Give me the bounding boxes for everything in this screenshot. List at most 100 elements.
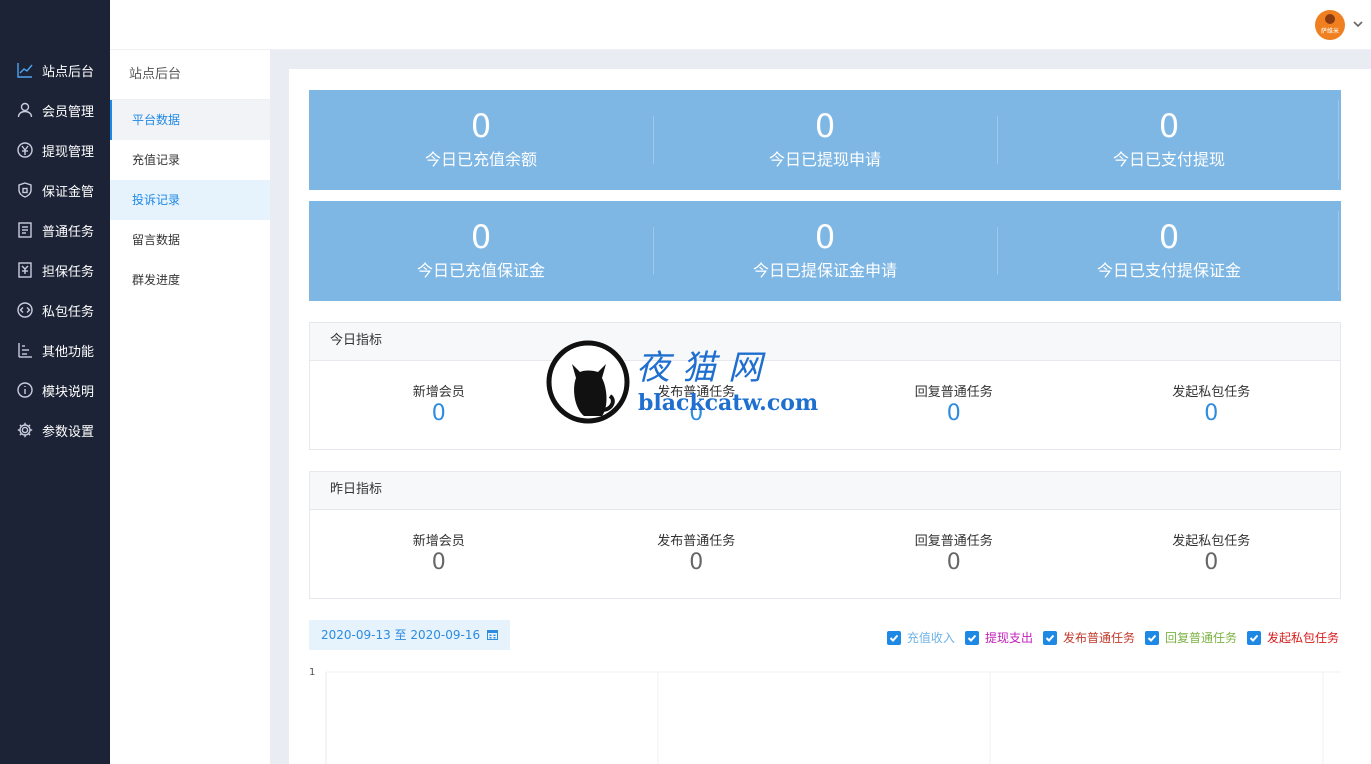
stat-label: 今日已充值余额 bbox=[424, 150, 537, 169]
metric-item: 发起私包任务 0 bbox=[1083, 361, 1341, 449]
subnav-item-message-data[interactable]: 留言数据 bbox=[110, 220, 270, 260]
stat-value: 0 bbox=[1158, 107, 1180, 145]
sidebar-item-label: 站点后台 bbox=[42, 64, 95, 80]
legend-toggle-publish-normal-task[interactable]: 发布普通任务 bbox=[1042, 629, 1135, 646]
sidebar-item-label: 保证金管 bbox=[42, 184, 95, 200]
stats-row-today-deposit: 0 今日已充值保证金 0 今日已提保证金申请 0 今日已支付提保证金 bbox=[309, 201, 1341, 301]
sidebar-item-private-tasks[interactable]: 私包任务 bbox=[0, 290, 110, 330]
stat-card: 0 今日已提现申请 bbox=[653, 90, 997, 190]
metric-item: 回复普通任务 0 bbox=[825, 510, 1083, 598]
stat-label: 今日已提现申请 bbox=[768, 150, 881, 169]
avatar[interactable]: 萨维米 bbox=[1315, 10, 1345, 40]
receipt-icon bbox=[16, 221, 34, 239]
checkbox-checked-icon[interactable] bbox=[1246, 630, 1261, 645]
user-icon bbox=[16, 101, 34, 119]
checkbox-checked-icon[interactable] bbox=[1144, 630, 1159, 645]
legend-toggle-private-task[interactable]: 发起私包任务 bbox=[1246, 629, 1339, 646]
avatar-text: 萨维米 bbox=[1320, 28, 1339, 35]
subnav-item-broadcast-progress[interactable]: 群发进度 bbox=[110, 260, 270, 300]
watermark-title: 夜猫网 bbox=[636, 348, 774, 388]
stat-card: 0 今日已支付提保证金 bbox=[997, 201, 1341, 301]
trend-chart-canvas: 1 bbox=[309, 667, 1341, 764]
stat-value: 0 bbox=[470, 107, 492, 145]
metric-label: 新增会员 bbox=[412, 385, 465, 400]
stat-value: 0 bbox=[1158, 218, 1180, 256]
stats-row-today-finance: 0 今日已充值余额 0 今日已提现申请 0 今日已支付提现 bbox=[309, 90, 1341, 190]
metric-label: 回复普通任务 bbox=[914, 385, 993, 400]
stat-label: 今日已提保证金申请 bbox=[752, 261, 897, 280]
stat-value: 0 bbox=[814, 218, 836, 256]
yen-icon bbox=[16, 141, 34, 159]
stat-label: 今日已支付提保证金 bbox=[1096, 261, 1241, 280]
shield-icon bbox=[16, 181, 34, 199]
sidebar-item-label: 担保任务 bbox=[42, 264, 95, 280]
metric-value: 0 bbox=[689, 550, 704, 575]
voucher-icon bbox=[16, 261, 34, 279]
panel-title: 昨日指标 bbox=[310, 472, 1340, 510]
main-sidebar: 站点后台 会员管理 提现管理 保证金管 普通任务 担保任务 私包任务 其他功能 … bbox=[0, 0, 110, 764]
stat-value: 0 bbox=[470, 218, 492, 256]
metric-item: 发起私包任务 0 bbox=[1083, 510, 1341, 598]
top-header: 萨维米 bbox=[110, 0, 1371, 50]
checkbox-checked-icon[interactable] bbox=[886, 630, 901, 645]
line-chart-icon bbox=[16, 61, 34, 79]
chart-legend: 充值收入 提现支出 发布普通任务 回复普通任务 发起私包任务 bbox=[886, 629, 1339, 646]
sidebar-item-site-admin[interactable]: 站点后台 bbox=[0, 50, 110, 90]
sidebar-item-label: 参数设置 bbox=[42, 424, 95, 440]
metric-value: 0 bbox=[431, 401, 446, 426]
legend-toggle-recharge-income[interactable]: 充值收入 bbox=[886, 629, 955, 646]
sidebar-item-module-docs[interactable]: 模块说明 bbox=[0, 370, 110, 410]
sidebar-item-deposits[interactable]: 保证金管 bbox=[0, 170, 110, 210]
metric-label: 发起私包任务 bbox=[1172, 385, 1251, 400]
stat-label: 今日已充值保证金 bbox=[416, 261, 545, 280]
metric-item: 新增会员 0 bbox=[310, 510, 568, 598]
info-icon bbox=[16, 381, 34, 399]
code-icon bbox=[16, 301, 34, 319]
checkbox-checked-icon[interactable] bbox=[964, 630, 979, 645]
metric-value: 0 bbox=[431, 550, 446, 575]
sidebar-item-withdrawals[interactable]: 提现管理 bbox=[0, 130, 110, 170]
subnav-item-recharge-records[interactable]: 充值记录 bbox=[110, 140, 270, 180]
sidebar-item-other-features[interactable]: 其他功能 bbox=[0, 330, 110, 370]
sidebar-item-settings[interactable]: 参数设置 bbox=[0, 410, 110, 450]
legend-toggle-withdraw-expense[interactable]: 提现支出 bbox=[964, 629, 1033, 646]
list-icon bbox=[16, 341, 34, 359]
watermark-logo: 夜猫网 blackcatw.com bbox=[546, 338, 836, 428]
sidebar-item-label: 私包任务 bbox=[42, 304, 95, 320]
date-range-text: 2020-09-13 至 2020-09-16 bbox=[321, 628, 481, 642]
chevron-down-icon[interactable] bbox=[1351, 17, 1365, 31]
sidebar-item-members[interactable]: 会员管理 bbox=[0, 90, 110, 130]
metric-value: 0 bbox=[1204, 401, 1219, 426]
stat-card: 0 今日已充值保证金 bbox=[309, 201, 653, 301]
subnav-item-platform-data[interactable]: 平台数据 bbox=[110, 100, 270, 140]
gear-icon bbox=[16, 421, 34, 439]
sidebar-item-normal-tasks[interactable]: 普通任务 bbox=[0, 210, 110, 250]
metric-label: 发布普通任务 bbox=[657, 534, 736, 549]
yesterday-metrics-panel: 昨日指标 新增会员 0 发布普通任务 0 回复普通任务 0 发起私包任务 0 bbox=[309, 471, 1341, 599]
sidebar-item-label: 会员管理 bbox=[42, 104, 95, 120]
date-range-picker[interactable]: 2020-09-13 至 2020-09-16 bbox=[309, 620, 510, 650]
sidebar-item-label: 普通任务 bbox=[42, 224, 95, 240]
legend-label: 发布普通任务 bbox=[1062, 631, 1135, 645]
stat-value: 0 bbox=[814, 107, 836, 145]
metric-label: 回复普通任务 bbox=[914, 534, 993, 549]
stat-card: 0 今日已支付提现 bbox=[997, 90, 1341, 190]
metric-value: 0 bbox=[946, 401, 961, 426]
watermark-url: blackcatw.com bbox=[638, 390, 819, 416]
metric-item: 回复普通任务 0 bbox=[825, 361, 1083, 449]
stat-card: 0 今日已充值余额 bbox=[309, 90, 653, 190]
stat-card: 0 今日已提保证金申请 bbox=[653, 201, 997, 301]
metric-item: 发布普通任务 0 bbox=[568, 510, 826, 598]
calendar-icon bbox=[486, 621, 498, 651]
sidebar-item-guarantee-tasks[interactable]: 担保任务 bbox=[0, 250, 110, 290]
metric-value: 0 bbox=[946, 550, 961, 575]
y-axis-tick: 1 bbox=[309, 667, 315, 678]
trend-chart: 1 bbox=[309, 667, 1341, 764]
sidebar-item-label: 模块说明 bbox=[42, 384, 95, 400]
checkbox-checked-icon[interactable] bbox=[1042, 630, 1057, 645]
metric-label: 发起私包任务 bbox=[1172, 534, 1251, 549]
metric-label: 新增会员 bbox=[412, 534, 465, 549]
legend-toggle-reply-normal-task[interactable]: 回复普通任务 bbox=[1144, 629, 1237, 646]
sidebar-item-label: 提现管理 bbox=[42, 144, 95, 160]
subnav-item-complaint-records[interactable]: 投诉记录 bbox=[110, 180, 270, 220]
